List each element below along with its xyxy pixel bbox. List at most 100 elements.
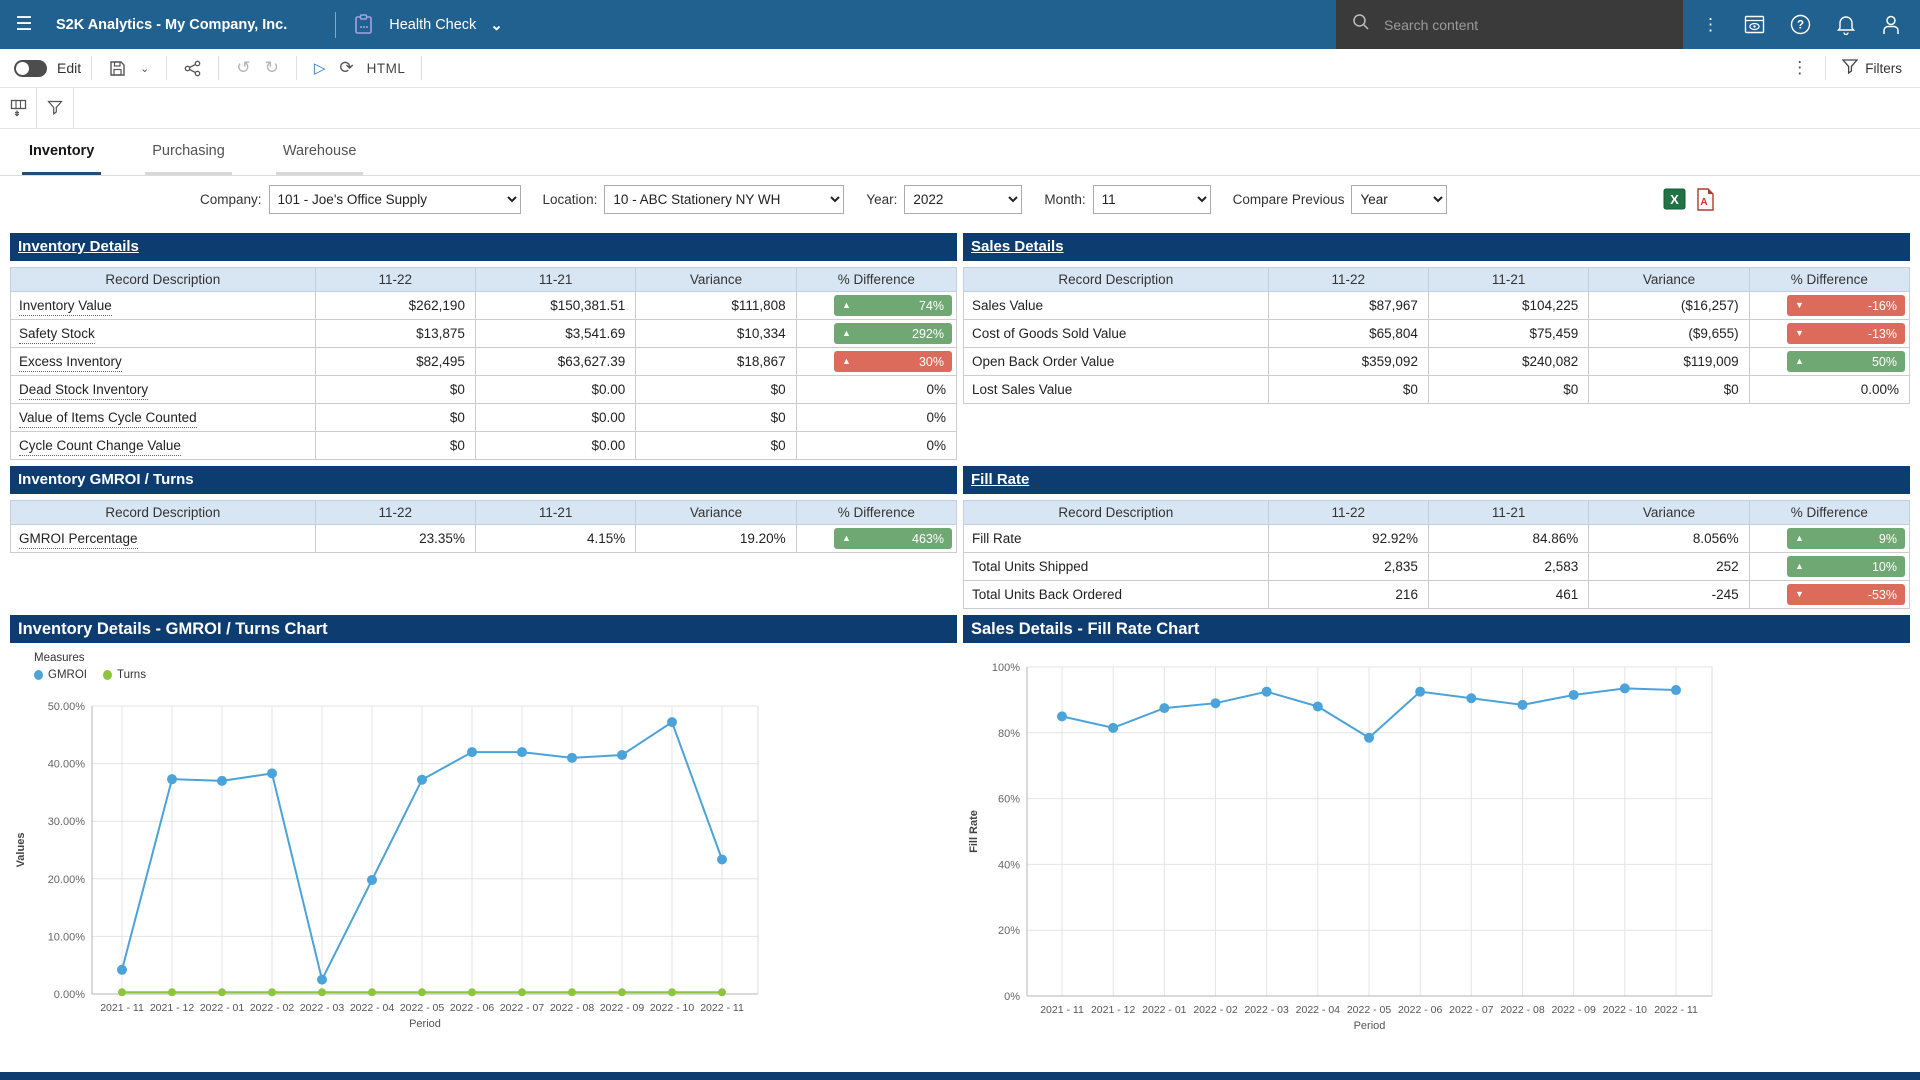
gmroi-data-point[interactable] <box>167 774 177 784</box>
collapse-header-icon[interactable] <box>0 88 37 128</box>
fill-rate-data-point[interactable] <box>1518 700 1528 710</box>
gmroi-data-point[interactable] <box>267 768 277 778</box>
turns-data-point[interactable] <box>568 988 576 996</box>
turns-data-point[interactable] <box>668 988 676 996</box>
html-button[interactable]: HTML <box>361 60 412 77</box>
fill-rate-data-point[interactable] <box>1671 685 1681 695</box>
save-options-chevron-icon[interactable]: ⌄ <box>133 60 156 77</box>
value-cell: $0 <box>1428 376 1588 404</box>
user-avatar-icon[interactable] <box>1875 13 1907 36</box>
redo-icon[interactable]: ↻ <box>258 56 286 80</box>
gmroi-data-point[interactable] <box>717 855 727 865</box>
gmroi-data-point[interactable] <box>617 750 627 760</box>
export-pdf-icon[interactable]: A <box>1694 188 1715 211</box>
turns-data-point[interactable] <box>618 988 626 996</box>
fill-rate-data-point[interactable] <box>1569 690 1579 700</box>
fill-rate-data-point[interactable] <box>1211 698 1221 708</box>
export-excel-icon[interactable]: X <box>1663 188 1686 210</box>
gmroi-data-point[interactable] <box>317 975 327 985</box>
difference-badge: ▲10% <box>1787 556 1905 577</box>
turns-data-point[interactable] <box>218 988 226 996</box>
fill-rate-chart-svg[interactable]: 0%20%40%60%80%100%2021 - 112021 - 122022… <box>963 643 1743 1038</box>
x-tick-label: 2022 - 06 <box>1398 1004 1443 1016</box>
section-title: Inventory Details <box>10 233 957 261</box>
difference-badge: ▲9% <box>1787 528 1905 549</box>
company-select[interactable]: 101 - Joe's Office Supply <box>269 185 521 214</box>
refresh-icon[interactable]: ⟳ <box>332 56 360 80</box>
record-description[interactable]: Excess Inventory <box>19 354 122 372</box>
turns-data-point[interactable] <box>318 988 326 996</box>
gmroi-data-point[interactable] <box>517 747 527 757</box>
fill-rate-data-point[interactable] <box>1313 701 1323 711</box>
undo-icon[interactable]: ↺ <box>229 56 257 80</box>
x-tick-label: 2022 - 05 <box>1347 1004 1392 1016</box>
help-icon[interactable]: ? <box>1784 13 1817 36</box>
legend-item-turns[interactable]: Turns <box>103 669 146 681</box>
record-description[interactable]: Value of Items Cycle Counted <box>19 410 197 428</box>
turns-data-point[interactable] <box>168 988 176 996</box>
save-icon[interactable] <box>102 58 133 79</box>
gmroi-data-point[interactable] <box>117 965 127 975</box>
turns-data-point[interactable] <box>268 988 276 996</box>
year-select[interactable]: 2022 <box>904 185 1022 214</box>
turns-data-point[interactable] <box>368 988 376 996</box>
tab-warehouse[interactable]: Warehouse <box>276 129 364 175</box>
gmroi-turns-chart[interactable]: 0.00%10.00%20.00%30.00%40.00%50.00%2021 … <box>10 681 957 1031</box>
toolbar-overflow-menu-icon[interactable]: ⋮ <box>1784 56 1815 80</box>
search-input[interactable] <box>1382 16 1632 34</box>
fill-rate-data-point[interactable] <box>1466 693 1476 703</box>
header-overflow-menu-icon[interactable]: ⋮ <box>1696 14 1725 36</box>
compare-previous-select[interactable]: Year <box>1351 185 1447 214</box>
gmroi-data-point[interactable] <box>467 747 477 757</box>
hamburger-menu-icon[interactable]: ☰ <box>0 12 48 37</box>
record-description[interactable]: Safety Stock <box>19 326 95 344</box>
x-tick-label: 2022 - 01 <box>200 1002 245 1014</box>
record-description[interactable]: GMROI Percentage <box>19 531 138 549</box>
location-select[interactable]: 10 - ABC Stationery NY WH <box>604 185 844 214</box>
tab-inventory[interactable]: Inventory <box>22 129 101 175</box>
legend-item-gmroi[interactable]: GMROI <box>34 669 87 681</box>
fill-rate-data-point[interactable] <box>1364 733 1374 743</box>
x-axis-title: Period <box>1354 1020 1386 1032</box>
gmroi-turns-chart-svg[interactable]: 0.00%10.00%20.00%30.00%40.00%50.00%2021 … <box>10 681 790 1031</box>
record-description[interactable]: Cycle Count Change Value <box>19 438 181 456</box>
fill-rate-data-point[interactable] <box>1159 703 1169 713</box>
difference-value: -53% <box>1868 588 1897 602</box>
turns-data-point[interactable] <box>518 988 526 996</box>
record-description: Lost Sales Value <box>972 382 1072 397</box>
fill-rate-data-point[interactable] <box>1108 723 1118 733</box>
filters-button[interactable]: Filters <box>1836 58 1908 78</box>
record-description[interactable]: Dead Stock Inventory <box>19 382 148 400</box>
fill-rate-data-point[interactable] <box>1415 687 1425 697</box>
edit-toggle[interactable] <box>14 60 47 77</box>
difference-value: 10% <box>1872 560 1897 574</box>
view-picker[interactable]: Health Check ⌄ <box>383 15 509 35</box>
turns-data-point[interactable] <box>468 988 476 996</box>
x-tick-label: 2022 - 01 <box>1142 1004 1187 1016</box>
tab-purchasing[interactable]: Purchasing <box>145 129 232 175</box>
table-row: Total Units Back Ordered216461-245▼-53% <box>964 581 1910 609</box>
fill-rate-data-point[interactable] <box>1262 687 1272 697</box>
gmroi-data-point[interactable] <box>567 753 577 763</box>
gmroi-data-point[interactable] <box>217 776 227 786</box>
value-cell: $0 <box>1589 376 1749 404</box>
month-select[interactable]: 11 <box>1093 185 1211 214</box>
gmroi-data-point[interactable] <box>367 875 377 885</box>
turns-data-point[interactable] <box>418 988 426 996</box>
fill-rate-chart[interactable]: 0%20%40%60%80%100%2021 - 112021 - 122022… <box>963 643 1910 1038</box>
gmroi-data-point[interactable] <box>417 775 427 785</box>
window-eye-icon[interactable] <box>1738 14 1771 35</box>
gmroi-data-point[interactable] <box>667 717 677 727</box>
fill-rate-data-point[interactable] <box>1057 711 1067 721</box>
share-icon[interactable] <box>177 58 208 79</box>
record-description[interactable]: Inventory Value <box>19 298 112 316</box>
turns-data-point[interactable] <box>718 988 726 996</box>
record-description-cell: Total Units Back Ordered <box>964 581 1269 609</box>
run-play-icon[interactable]: ▷ <box>307 57 333 79</box>
view-name: Health Check <box>389 17 476 33</box>
turns-data-point[interactable] <box>118 988 126 996</box>
notifications-bell-icon[interactable] <box>1830 13 1862 36</box>
filter-panel-icon[interactable] <box>37 88 74 128</box>
fill-rate-section: Fill Rate Record Description11-2211-21Va… <box>963 466 1910 609</box>
fill-rate-data-point[interactable] <box>1620 683 1630 693</box>
